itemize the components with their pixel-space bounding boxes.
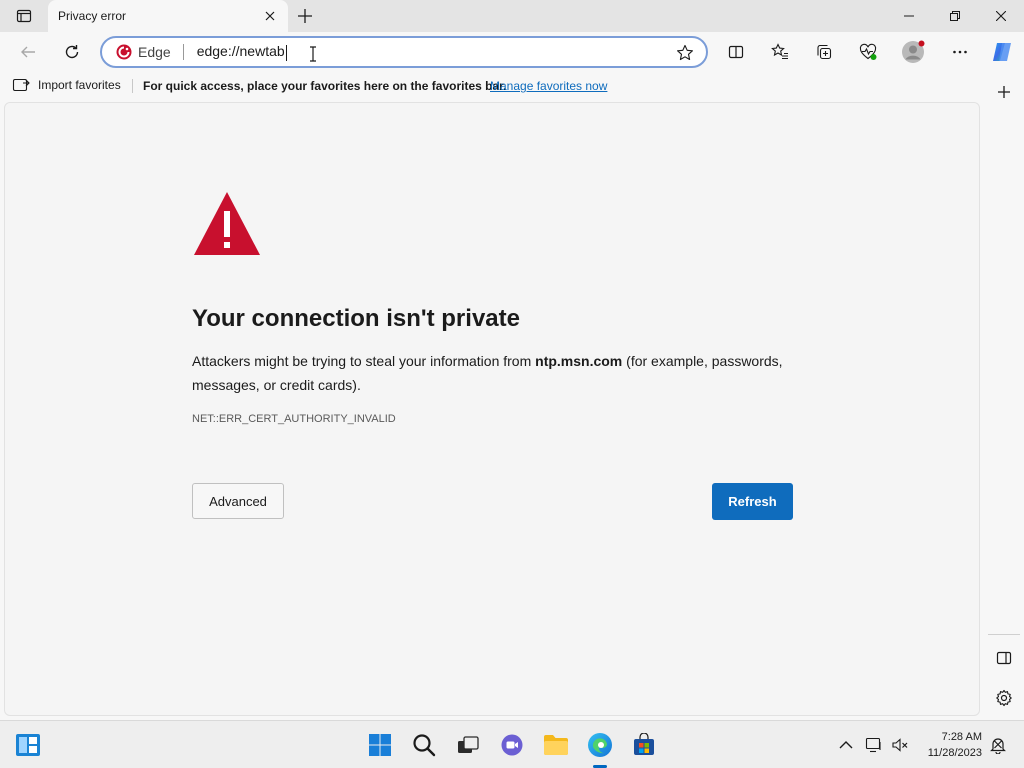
copilot-icon <box>993 43 1011 61</box>
notifications-button[interactable] <box>982 729 1014 761</box>
sidebar-add-button[interactable] <box>988 76 1020 108</box>
avatar-icon <box>902 40 925 63</box>
import-favorites-label: Import favorites <box>38 78 121 92</box>
store-bag-icon <box>634 733 654 755</box>
widgets-button[interactable] <box>12 729 44 761</box>
network-monitor-icon <box>865 737 881 753</box>
chevron-up-icon <box>839 741 853 749</box>
import-favorites-button[interactable]: Import favorites <box>12 77 121 93</box>
browser-essentials-button[interactable] <box>852 36 884 68</box>
tab-privacy-error[interactable]: Privacy error <box>48 0 288 32</box>
refresh-button[interactable] <box>56 36 88 68</box>
toolbar: Edge edge://newtab <box>0 32 1024 72</box>
refresh-page-button[interactable]: Refresh <box>712 483 793 520</box>
add-favorite-star-icon[interactable] <box>676 44 694 62</box>
profile-button[interactable] <box>897 36 929 68</box>
edge-browser-icon <box>588 733 612 757</box>
store-button[interactable] <box>628 729 660 761</box>
collections-button[interactable] <box>808 36 840 68</box>
folder-icon <box>544 735 568 755</box>
favorites-button[interactable] <box>764 36 796 68</box>
tab-actions-icon <box>16 9 32 23</box>
plus-icon <box>998 86 1010 98</box>
copilot-button[interactable] <box>986 36 1018 68</box>
close-icon <box>996 11 1006 21</box>
favorites-bar-message: For quick access, place your favorites h… <box>143 79 507 93</box>
close-window-button[interactable] <box>978 0 1024 32</box>
host-name: ntp.msn.com <box>535 353 623 369</box>
task-view-icon <box>458 736 479 753</box>
tab-actions-button[interactable] <box>8 4 40 28</box>
settings-and-more-button[interactable] <box>944 36 976 68</box>
heart-pulse-icon <box>859 43 877 60</box>
gear-icon <box>996 689 1012 707</box>
tab-strip: Privacy error <box>0 0 1024 32</box>
warning-triangle-icon <box>194 192 260 255</box>
text-caret <box>285 44 287 61</box>
sidebar-panel-icon <box>996 651 1012 665</box>
search-button[interactable] <box>408 729 440 761</box>
plus-icon <box>298 9 312 23</box>
warning-circle-icon <box>116 44 132 60</box>
error-code: NET::ERR_CERT_AUTHORITY_INVALID <box>192 413 396 425</box>
back-button[interactable] <box>12 36 44 68</box>
file-explorer-button[interactable] <box>540 729 572 761</box>
task-view-button[interactable] <box>452 729 484 761</box>
page-title: Your connection isn't private <box>192 305 520 332</box>
clock-time: 7:28 AM <box>941 731 982 743</box>
windows-logo-icon <box>369 734 391 756</box>
favorites-bar: Import favorites For quick access, place… <box>0 72 1024 100</box>
split-screen-button[interactable] <box>720 36 752 68</box>
url-text[interactable]: edge://newtab <box>197 43 287 61</box>
clock-date: 11/28/2023 <box>927 747 982 759</box>
error-description: Attackers might be trying to steal your … <box>192 353 783 393</box>
import-icon <box>12 78 30 92</box>
ibeam-cursor-icon <box>310 46 316 62</box>
search-icon <box>413 734 436 757</box>
favorites-star-list-icon <box>771 43 788 60</box>
minimize-button[interactable] <box>886 0 932 32</box>
refresh-icon <box>65 45 79 59</box>
restore-button[interactable] <box>932 0 978 32</box>
more-horizontal-icon <box>953 50 967 54</box>
teams-chat-button[interactable] <box>496 729 528 761</box>
arrow-left-icon <box>21 46 35 58</box>
speaker-muted-icon <box>892 738 908 752</box>
collections-icon <box>817 44 832 60</box>
taskbar-clock[interactable]: 7:28 AM 11/28/2023 <box>918 729 982 761</box>
tab-title: Privacy error <box>58 9 127 23</box>
sidebar-divider <box>988 634 1020 635</box>
restore-icon <box>950 11 960 21</box>
new-tab-button[interactable] <box>292 4 318 28</box>
taskbar: 7:28 AM 11/28/2023 <box>0 720 1024 768</box>
page-content: Your connection isn't private Attackers … <box>4 102 980 716</box>
favorites-divider <box>132 79 133 93</box>
sidebar-settings-button[interactable] <box>988 682 1020 714</box>
notification-bell-icon <box>990 738 1006 754</box>
address-bar[interactable]: Edge edge://newtab <box>100 36 708 68</box>
minimize-icon <box>904 15 914 17</box>
start-button[interactable] <box>364 729 396 761</box>
sidebar <box>984 72 1024 718</box>
edge-taskbar-button[interactable] <box>584 729 616 761</box>
advanced-button[interactable]: Advanced <box>192 483 284 519</box>
close-icon <box>265 11 275 21</box>
site-identity-chip[interactable]: Edge <box>116 44 184 60</box>
site-label: Edge <box>138 44 171 60</box>
manage-favorites-link[interactable]: Manage favorites now <box>490 79 607 93</box>
hide-sidebar-button[interactable] <box>988 642 1020 674</box>
split-screen-icon <box>728 45 744 59</box>
volume-button[interactable] <box>884 729 916 761</box>
widgets-icon <box>16 734 40 756</box>
tab-close-button[interactable] <box>262 8 278 24</box>
chat-camera-icon <box>501 734 523 756</box>
